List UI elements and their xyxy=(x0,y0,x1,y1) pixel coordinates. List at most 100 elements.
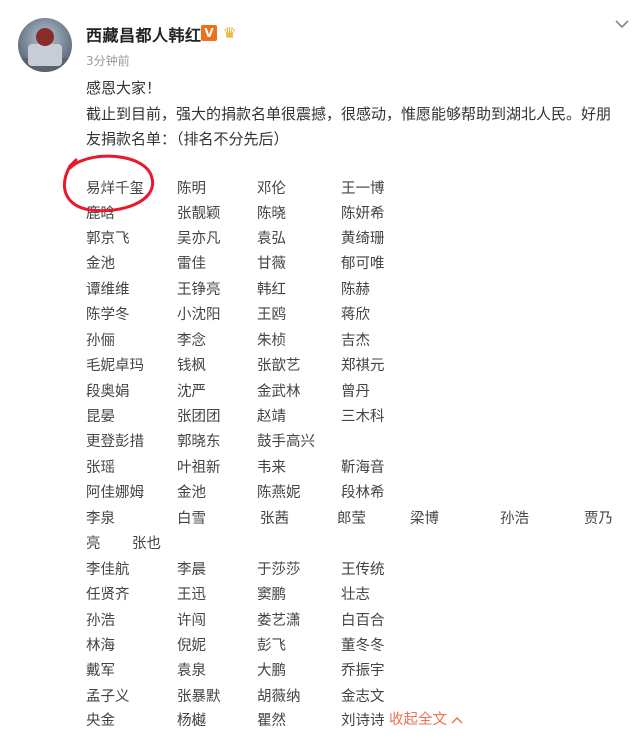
donor-name: 张暴默 xyxy=(177,689,221,705)
donor-name: 叶祖新 xyxy=(177,460,221,476)
donor-name: 李泉 xyxy=(86,511,115,527)
donor-name: 韩红 xyxy=(257,282,286,298)
donor-name: 陈赫 xyxy=(341,282,370,298)
donor-name: 许闯 xyxy=(177,613,206,629)
donor-name: 王迅 xyxy=(177,587,206,603)
donor-name: 大鹏 xyxy=(257,663,286,679)
donor-name: 戴军 xyxy=(86,663,115,679)
donor-name: 杨樾 xyxy=(177,713,206,729)
donor-name: 小沈阳 xyxy=(177,307,221,323)
donor-name: 乔振宇 xyxy=(341,663,385,679)
donor-name: 鼓手高兴 xyxy=(257,434,315,450)
donor-name: 郭晓东 xyxy=(177,434,221,450)
donor-name: 邓伦 xyxy=(257,181,286,197)
donor-name: 段奥娟 xyxy=(86,384,130,400)
donor-name: 郁可唯 xyxy=(341,256,385,272)
donor-name: 张靓颖 xyxy=(177,206,221,222)
donor-name: 雷佳 xyxy=(177,256,206,272)
donor-name: 壮志 xyxy=(341,587,370,603)
donor-name: 昆晏 xyxy=(86,409,115,425)
post-intro-line-2: 友捐款名单：（排名不分先后） xyxy=(86,130,289,148)
donor-name: 毛妮卓玛 xyxy=(86,358,144,374)
avatar[interactable] xyxy=(18,18,72,72)
donor-name: 张瑶 xyxy=(86,460,115,476)
donor-name: 央金 xyxy=(86,713,115,729)
crown-icon: ♛ xyxy=(223,24,237,42)
donor-name: 李佳航 xyxy=(86,562,130,578)
donor-name: 袁弘 xyxy=(257,231,286,247)
collapse-label: 收起全文 xyxy=(389,712,447,728)
donor-name: 郎莹 xyxy=(337,511,366,527)
donor-name: 陈明 xyxy=(177,181,206,197)
donor-name: 吉杰 xyxy=(341,333,370,349)
donor-name: 孙浩 xyxy=(500,511,529,527)
donor-name: 黄绮珊 xyxy=(341,231,385,247)
donor-name: 孙俪 xyxy=(86,333,115,349)
donor-name: 吴亦凡 xyxy=(177,231,221,247)
donor-name: 林海 xyxy=(86,638,115,654)
donor-name: 白雪 xyxy=(177,511,206,527)
donor-name: 张歆艺 xyxy=(257,358,301,374)
donor-name: 三木科 xyxy=(341,409,385,425)
donor-name: 金池 xyxy=(177,485,206,501)
donor-name: 窦鹏 xyxy=(257,587,286,603)
donor-name: 朱桢 xyxy=(257,333,286,349)
donor-name: 更登彭措 xyxy=(86,434,144,450)
donor-name: 李念 xyxy=(177,333,206,349)
donor-name: 张团团 xyxy=(177,409,221,425)
donor-name: 袁泉 xyxy=(177,663,206,679)
donor-name: 靳海音 xyxy=(341,460,385,476)
donor-name: 蒋欣 xyxy=(341,307,370,323)
donor-name: 郭京飞 xyxy=(86,231,130,247)
donor-name: 亮 xyxy=(86,536,101,552)
chevron-down-icon[interactable] xyxy=(612,14,632,34)
donor-name: 陈燕妮 xyxy=(257,485,301,501)
donor-name: 刘诗诗 xyxy=(341,713,385,729)
donor-name: 孟子义 xyxy=(86,689,130,705)
donor-name: 易烊千玺 xyxy=(86,181,144,197)
donor-name: 瞿然 xyxy=(257,713,286,729)
donor-name: 梁博 xyxy=(410,511,439,527)
donor-name: 任贤齐 xyxy=(86,587,130,603)
donor-name: 陈学冬 xyxy=(86,307,130,323)
chevron-up-icon xyxy=(451,716,463,724)
post-greeting: 感恩大家！ xyxy=(86,79,162,97)
collapse-text-button[interactable]: 收起全文 xyxy=(389,711,463,729)
donor-name: 阿佳娜姆 xyxy=(86,485,144,501)
donor-name: 金武林 xyxy=(257,384,301,400)
donor-name: 金池 xyxy=(86,256,115,272)
donor-name: 董冬冬 xyxy=(341,638,385,654)
post-time: 3分钟前 xyxy=(86,54,130,68)
donor-name: 张茜 xyxy=(260,511,289,527)
donor-name: 陈妍希 xyxy=(341,206,385,222)
donor-name: 彭飞 xyxy=(257,638,286,654)
donor-name: 王铮亮 xyxy=(177,282,221,298)
donor-name: 娄艺潇 xyxy=(257,613,301,629)
donor-name: 沈严 xyxy=(177,384,206,400)
avatar-figure xyxy=(36,28,54,46)
donor-name: 白百合 xyxy=(341,613,385,629)
donor-name: 胡薇纳 xyxy=(257,689,301,705)
verified-badge-icon: V xyxy=(201,25,217,41)
post-intro-line-1: 截止到目前，强大的捐款名单很震撼，很感动，惟愿能够帮助到湖北人民。好朋 xyxy=(86,105,612,123)
donor-name: 张也 xyxy=(132,536,161,552)
donor-name: 倪妮 xyxy=(177,638,206,654)
donor-name: 鹿晗 xyxy=(86,206,115,222)
donor-name: 钱枫 xyxy=(177,358,206,374)
donor-name: 金志文 xyxy=(341,689,385,705)
avatar-vehicle xyxy=(28,44,62,66)
donor-name: 李晨 xyxy=(177,562,206,578)
donor-name: 陈晓 xyxy=(257,206,286,222)
donor-name: 孙浩 xyxy=(86,613,115,629)
donor-name: 郑祺元 xyxy=(341,358,385,374)
username[interactable]: 西藏昌都人韩红 xyxy=(86,22,202,46)
donor-name: 贾乃 xyxy=(584,511,613,527)
donor-name: 甘薇 xyxy=(257,256,286,272)
donor-name: 赵靖 xyxy=(257,409,286,425)
donor-name: 谭维维 xyxy=(86,282,130,298)
donor-name: 段林希 xyxy=(341,485,385,501)
donor-name: 王鸥 xyxy=(257,307,286,323)
donor-name: 王一博 xyxy=(341,181,385,197)
donor-name: 于莎莎 xyxy=(257,562,301,578)
donor-name: 王传统 xyxy=(341,562,385,578)
